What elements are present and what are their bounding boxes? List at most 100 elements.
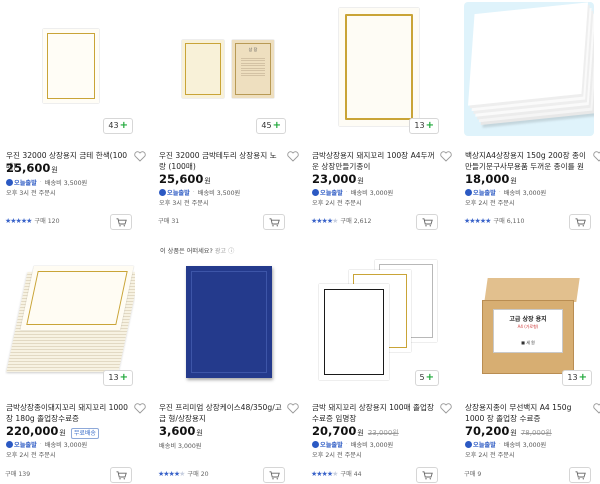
product-title[interactable]: 상장용지종이 무선백지 A4 150g 1000 장 졸업장 수료증 <box>465 402 589 424</box>
rating-stars: ★★★★★ <box>311 216 338 225</box>
truck-icon <box>312 189 319 196</box>
ship-fee: 배송비 3,000원 <box>159 443 202 450</box>
delivery-info: 오후 2시 전 주문시 <box>465 452 515 459</box>
add-to-cart-button[interactable] <box>416 467 438 483</box>
option-count-badge[interactable]: 13 + <box>562 370 592 386</box>
heart-icon[interactable] <box>287 151 299 162</box>
heart-icon[interactable] <box>593 151 600 162</box>
product-title[interactable]: 우진 32000 금박테두리 상장용지 노랑 (100매) <box>159 150 283 172</box>
purchase-count: 구매 9 <box>464 471 482 478</box>
product-price: 23,000 <box>312 172 357 186</box>
heart-icon[interactable] <box>287 403 299 414</box>
truck-icon <box>312 441 319 448</box>
today-ship-badge: 오늘출발 <box>465 188 496 197</box>
truck-icon <box>465 189 472 196</box>
product-title[interactable]: 금박상장용지 돼지꼬리 100장 A4두꺼운 상장만들기종이 <box>312 150 436 172</box>
delivery-info: 오후 2시 전 주문시 <box>465 200 515 207</box>
delivery-info: 오후 2시 전 주문시 <box>312 200 362 207</box>
product-image[interactable]: 5 + <box>311 254 441 388</box>
product-price: 220,000 <box>6 424 59 438</box>
truck-icon <box>6 179 13 186</box>
ship-fee: 배송비 3,500원 <box>44 180 88 187</box>
free-shipping-tag: 무료배송 <box>70 428 99 439</box>
today-ship-badge: 오늘출발 <box>312 440 343 449</box>
purchase-count: 구매 139 <box>5 471 31 478</box>
purchase-count: 구매 20 <box>187 471 209 478</box>
today-ship-badge: 오늘출발 <box>6 178 37 187</box>
product-card[interactable]: 13 + 금박상장종이돼지꼬리 돼지꼬리 1000장 180g 졸업장수료증 22… <box>0 252 150 484</box>
truck-icon <box>159 189 166 196</box>
box-label-sub: A4 (가로형) <box>517 324 539 329</box>
heart-icon[interactable] <box>440 151 452 162</box>
rating-stars: ★★★★★ <box>5 216 32 225</box>
cart-icon <box>269 470 280 479</box>
product-card[interactable]: 13 + 금박상장용지 돼지꼬리 100장 A4두꺼운 상장만들기종이 23,00… <box>306 0 456 242</box>
ship-fee: 배송비 3,000원 <box>44 442 88 449</box>
cert-title: 상 장 <box>248 47 258 52</box>
cart-icon <box>269 217 280 226</box>
today-ship-badge: 오늘출발 <box>312 188 343 197</box>
add-to-cart-button[interactable] <box>569 214 591 230</box>
purchase-count: 구매 44 <box>340 471 362 478</box>
option-count-badge[interactable]: 13 + <box>103 370 133 386</box>
heart-icon[interactable] <box>134 403 146 414</box>
delivery-info: 오후 2시 전 주문시 <box>6 452 56 459</box>
purchase-count: 구매 6,110 <box>493 218 525 225</box>
ship-fee: 배송비 3,500원 <box>197 190 241 197</box>
truck-icon <box>6 441 13 448</box>
product-image[interactable] <box>158 254 288 388</box>
delivery-info: 오후 2시 전 주문시 <box>312 452 362 459</box>
add-to-cart-button[interactable] <box>263 467 285 483</box>
product-image[interactable] <box>464 2 594 136</box>
product-image[interactable]: 13 + <box>311 2 441 136</box>
option-count-badge[interactable]: 5 + <box>414 370 439 386</box>
truck-icon <box>465 441 472 448</box>
product-price: 25,600 <box>6 161 51 175</box>
product-card[interactable]: 상 장 45 + 우진 32000 금박테두리 상장용지 노랑 (100매) 25… <box>153 0 303 242</box>
product-price: 20,700 <box>312 424 357 438</box>
box-label-title: 고급 상장 용지 <box>509 316 547 323</box>
original-price: 78,000원 <box>520 429 552 437</box>
product-card[interactable]: 우진 프리미엄 상장케이스48/350g/고급 형/상장용지 3,600 원 배송… <box>153 252 303 484</box>
cart-icon <box>575 217 586 226</box>
cart-icon <box>422 217 433 226</box>
heart-icon[interactable] <box>593 403 600 414</box>
product-image[interactable]: 43 + <box>5 2 135 136</box>
add-to-cart-button[interactable] <box>110 467 132 483</box>
add-to-cart-button[interactable] <box>263 214 285 230</box>
today-ship-badge: 오늘출발 <box>159 188 190 197</box>
cart-icon <box>575 470 586 479</box>
product-card[interactable]: 백상지A4상장용지 150g 200장 종이만들기문구사무용품 두꺼운 종이를 … <box>459 0 600 242</box>
add-to-cart-button[interactable] <box>110 214 132 230</box>
purchase-count: 구매 2,612 <box>340 218 372 225</box>
product-price: 25,600 <box>159 172 204 186</box>
original-price: 23,000원 <box>367 429 399 437</box>
product-image[interactable]: 고급 상장 용지 A4 (가로형) ■ 세 원 13 + <box>464 254 594 388</box>
product-price: 70,200 <box>465 424 510 438</box>
product-image[interactable]: 13 + <box>5 254 135 388</box>
product-title[interactable]: 백상지A4상장용지 150g 200장 종이만들기문구사무용품 두꺼운 종이를 … <box>465 150 589 172</box>
ship-fee: 배송비 3,000원 <box>350 442 394 449</box>
today-ship-badge: 오늘출발 <box>465 440 496 449</box>
add-to-cart-button[interactable] <box>416 214 438 230</box>
delivery-info: 오후 3시 전 주문시 <box>6 190 56 197</box>
product-title[interactable]: 금박 돼지꼬리 상장용지 100매 졸업장 수료증 임명장 <box>312 402 436 424</box>
heart-icon[interactable] <box>134 151 146 162</box>
product-card[interactable]: 5 + 금박 돼지꼬리 상장용지 100매 졸업장 수료증 임명장 20,700 원… <box>306 252 456 484</box>
product-image[interactable]: 상 장 45 + <box>158 2 288 136</box>
product-title[interactable]: 금박상장종이돼지꼬리 돼지꼬리 1000장 180g 졸업장수료증 <box>6 402 130 424</box>
product-title[interactable]: 우진 프리미엄 상장케이스48/350g/고급 형/상장용지 <box>159 402 283 424</box>
today-ship-badge: 오늘출발 <box>6 440 37 449</box>
option-count-badge[interactable]: 43 + <box>103 118 133 134</box>
option-count-badge[interactable]: 13 + <box>409 118 439 134</box>
cart-icon <box>116 217 127 226</box>
rating-stars: ★★★★★ <box>311 469 338 478</box>
add-to-cart-button[interactable] <box>569 467 591 483</box>
option-count-badge[interactable]: 45 + <box>256 118 286 134</box>
heart-icon[interactable] <box>440 403 452 414</box>
rating-stars: ★★★★★ <box>158 469 185 478</box>
product-card[interactable]: 43 + 우진 32000 상장용지 금테 한색(100매) 25,600 원 오늘… <box>0 0 150 242</box>
product-price: 18,000 <box>465 172 510 186</box>
box-label-brand: ■ 세 원 <box>521 340 535 345</box>
product-card[interactable]: 고급 상장 용지 A4 (가로형) ■ 세 원 13 + 상장용지종이 무선백지 … <box>459 252 600 484</box>
